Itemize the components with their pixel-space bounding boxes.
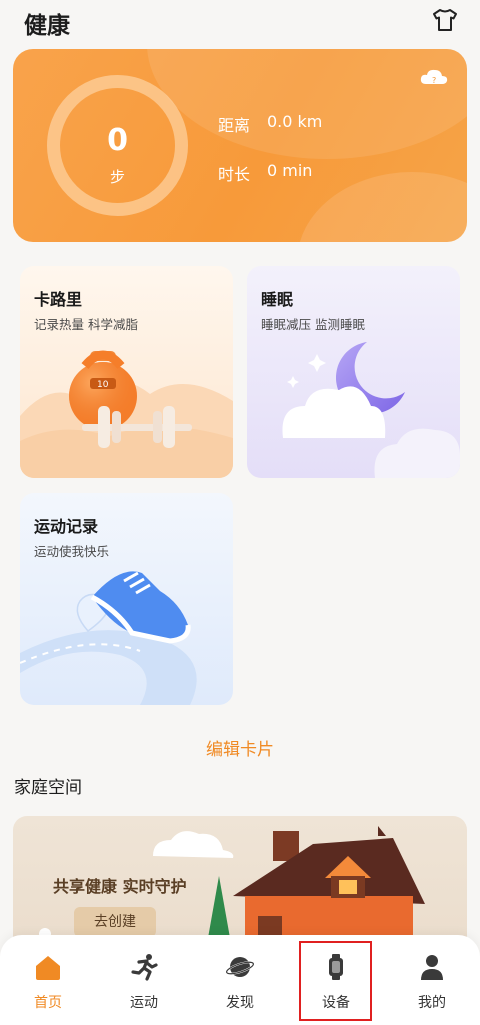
sleep-title: 睡眠 [261,290,294,309]
nav-label: 运动 [130,995,158,1011]
planet-icon [226,957,254,977]
home-icon [36,956,60,980]
sport-record-card[interactable]: 运动记录 运动使我快乐 [20,493,233,705]
cloud-icon[interactable]: ? [419,67,449,87]
card-decoration [147,49,467,159]
sleep-subtitle: 睡眠减压 监测睡眠 [261,317,365,332]
person-icon [421,955,443,980]
nav-me[interactable]: 我的 [384,935,480,1025]
calorie-subtitle: 记录热量 科学减脂 [34,317,138,332]
nav-label: 我的 [418,995,446,1011]
kettlebell-label: 10 [97,380,109,390]
nav-sport[interactable]: 运动 [96,935,192,1025]
distance-label: 距离 [218,116,251,135]
edit-cards-link[interactable]: 编辑卡片 [0,735,480,760]
create-family-button[interactable]: 去创建 [74,907,156,937]
family-banner-text: 共享健康 实时守护 [53,877,187,896]
nav-label: 发现 [226,995,254,1011]
top-bar: 健康 [0,0,480,46]
duration-value: 0 min [267,161,313,180]
sport-record-title: 运动记录 [34,517,99,536]
bottom-navigation: 首页 运动 发现 设备 我的 [0,935,480,1025]
device-tab-highlight [299,941,372,1021]
sleep-card[interactable]: 睡眠 睡眠减压 监测睡眠 [247,266,460,478]
svg-text:?: ? [432,76,436,85]
page-title: 健康 [24,13,70,39]
running-icon [131,954,158,981]
steps-count: 0 [107,123,128,158]
steps-card[interactable]: 0 步 距离 0.0 km 时长 0 min ? [13,49,467,242]
steps-unit: 步 [109,168,125,186]
nav-discover[interactable]: 发现 [192,935,288,1025]
tshirt-icon[interactable] [432,8,458,32]
calorie-card[interactable]: 10 卡路里 记录热量 科学减脂 [20,266,233,478]
family-space-title: 家庭空间 [14,778,82,798]
duration-label: 时长 [218,165,251,184]
calorie-title: 卡路里 [34,290,83,309]
distance-value: 0.0 km [267,112,323,131]
nav-label: 首页 [34,995,62,1011]
nav-home[interactable]: 首页 [0,935,96,1025]
sport-record-subtitle: 运动使我快乐 [34,544,110,559]
card-decoration [297,172,467,242]
